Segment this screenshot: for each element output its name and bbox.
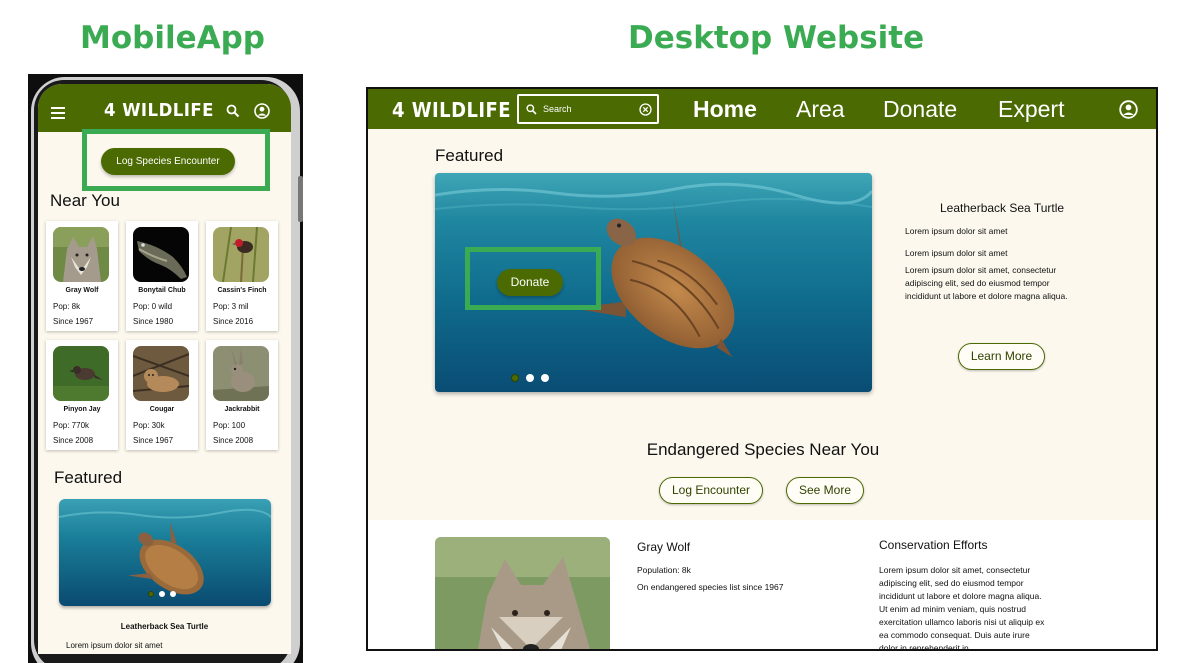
conservation-text: Lorem ipsum dolor sit amet, consectetur …	[879, 565, 1045, 651]
mobile-featured-text: Lorem ipsum dolor sit amet	[66, 641, 163, 650]
donate-button[interactable]: Donate	[497, 269, 563, 296]
conservation-title: Conservation Efforts	[879, 538, 988, 552]
mobile-top-bar: 4 WILDLIFE	[38, 84, 291, 132]
species-pop: Pop: 30k	[133, 421, 165, 430]
species-name: Cassin's Finch	[217, 287, 267, 294]
species-since: On endangered species list since 1967	[637, 582, 784, 592]
species-name: Jackrabbit	[224, 406, 260, 413]
mobile-featured-title: Featured	[54, 468, 123, 487]
species-card[interactable]: Cassin's Finch Pop: 3 mil Since 2016	[206, 221, 278, 331]
species-since: Since 2016	[213, 317, 254, 326]
nav-area[interactable]: Area	[796, 96, 845, 123]
carousel-dot-2[interactable]	[526, 374, 534, 382]
carousel-dot-1[interactable]	[148, 591, 154, 597]
phone-mockup: 4 WILDLIFE Log Species Encounter Near Yo…	[28, 74, 303, 663]
featured-species-title: Leatherback Sea Turtle	[940, 201, 1065, 215]
mobile-featured-caption: Leatherback Sea Turtle	[120, 622, 209, 631]
see-more-button[interactable]: See More	[786, 477, 864, 504]
species-name: Bonytail Chub	[138, 287, 186, 294]
near-you-title: Near You	[50, 191, 120, 210]
desktop-logo[interactable]: 4 WILDLIFE	[392, 98, 511, 122]
gray-wolf-photo	[53, 227, 109, 282]
log-encounter-button[interactable]: Log Encounter	[659, 477, 763, 504]
desktop-website-heading: Desktop Website	[628, 20, 925, 56]
species-since: Since 1967	[133, 436, 174, 445]
search-placeholder: Search	[543, 104, 572, 114]
species-card[interactable]: Cougar Pop: 30k Since 1967	[126, 340, 198, 450]
featured-line-2: Lorem ipsum dolor sit amet	[905, 248, 1008, 258]
mobile-featured-image[interactable]	[59, 499, 271, 606]
search-icon	[526, 104, 537, 115]
endangered-species-title: Endangered Species Near You	[646, 440, 880, 459]
species-card[interactable]: Gray Wolf Pop: 8k Since 1967	[46, 221, 118, 331]
search-icon[interactable]	[226, 104, 240, 118]
species-name: Cougar	[149, 406, 175, 413]
log-species-encounter-button[interactable]: Log Species Encounter	[101, 148, 235, 175]
species-card[interactable]: Jackrabbit Pop: 100 Since 2008	[206, 340, 278, 450]
species-since: Since 2008	[213, 436, 254, 445]
species-card[interactable]: Pinyon Jay Pop: 770k Since 2008	[46, 340, 118, 450]
profile-icon[interactable]	[254, 103, 270, 119]
species-pop: Pop: 3 mil	[213, 302, 249, 311]
phone-screen: 4 WILDLIFE Log Species Encounter Near Yo…	[38, 84, 291, 654]
species-name: Gray Wolf	[65, 287, 99, 294]
nav-home[interactable]: Home	[693, 96, 757, 123]
carousel-dot-3[interactable]	[170, 591, 176, 597]
species-card[interactable]: Bonytail Chub Pop: 0 wild Since 1980	[126, 221, 198, 331]
species-population: Population: 8k	[637, 565, 691, 575]
cougar-photo	[133, 346, 189, 401]
species-pop: Pop: 8k	[53, 302, 81, 311]
nav-expert[interactable]: Expert	[998, 96, 1064, 123]
carousel-dot-3[interactable]	[541, 374, 549, 382]
species-since: Since 2008	[53, 436, 94, 445]
pinyon-jay-photo	[53, 346, 109, 401]
hamburger-icon[interactable]	[51, 107, 65, 119]
mobile-app-heading: MobileApp	[80, 20, 265, 56]
species-since: Since 1967	[53, 317, 94, 326]
desktop-top-bar: 4 WILDLIFE Search Home Area Donate Exper…	[368, 89, 1156, 129]
carousel-dot-1[interactable]	[511, 374, 519, 382]
bonytail-chub-photo	[133, 227, 189, 282]
cassins-finch-photo	[213, 227, 269, 282]
gray-wolf-photo[interactable]	[435, 537, 610, 649]
learn-more-button[interactable]: Learn More	[958, 343, 1045, 370]
species-name: Gray Wolf	[637, 540, 691, 554]
carousel-dot-2[interactable]	[159, 591, 165, 597]
featured-title: Featured	[435, 146, 504, 165]
species-name: Pinyon Jay	[63, 406, 101, 413]
desktop-mockup: 4 WILDLIFE Search Home Area Donate Exper…	[366, 87, 1158, 651]
clear-icon[interactable]	[639, 103, 652, 116]
species-since: Since 1980	[133, 317, 174, 326]
species-pop: Pop: 0 wild	[133, 302, 173, 311]
nav-donate[interactable]: Donate	[883, 96, 957, 123]
phone-side-button	[298, 176, 303, 222]
featured-line-1: Lorem ipsum dolor sit amet	[905, 226, 1008, 236]
species-detail-section: Gray Wolf Population: 8k On endangered s…	[368, 520, 1156, 651]
species-pop: Pop: 770k	[53, 421, 90, 430]
species-pop: Pop: 100	[213, 421, 246, 430]
mobile-logo[interactable]: 4 WILDLIFE	[104, 100, 214, 121]
featured-paragraph: Lorem ipsum dolor sit amet, consectetur …	[905, 265, 1068, 301]
jackrabbit-photo	[213, 346, 269, 401]
profile-icon[interactable]	[1119, 100, 1138, 119]
search-input[interactable]: Search	[517, 94, 659, 124]
